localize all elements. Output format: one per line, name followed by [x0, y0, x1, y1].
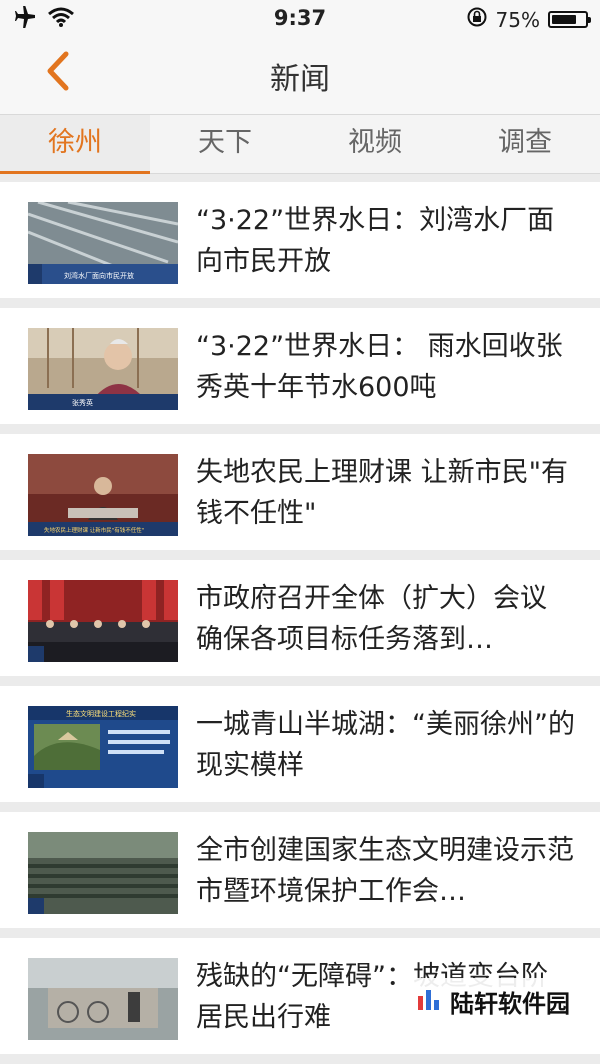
tab-survey[interactable]: 调查 — [450, 115, 600, 173]
news-item[interactable]: 刘湾水厂面向市民开放 “3·22”世界水日：刘湾水厂面向市民开放 — [0, 182, 600, 298]
thumbnail-caption: 生态文明建设工程纪实 — [66, 709, 136, 718]
news-thumbnail: 刘湾水厂面向市民开放 — [28, 202, 178, 284]
news-headline: “3·22”世界水日： 雨水回收张秀英十年节水600吨 — [196, 331, 563, 403]
news-item[interactable]: 全市创建国家生态文明建设示范市暨环境保护工作会… — [0, 812, 600, 928]
news-headline: 市政府召开全体（扩大）会议 确保各项目标任务落到… — [196, 583, 547, 655]
news-headline: “3·22”世界水日：刘湾水厂面向市民开放 — [196, 205, 555, 277]
thumbnail-caption: 刘湾水厂面向市民开放 — [64, 271, 134, 280]
news-thumbnail: 张秀英 — [28, 328, 178, 410]
battery-percent: 75% — [495, 7, 540, 32]
watermark-text: 陆轩软件园 — [450, 989, 570, 1018]
news-thumbnail — [28, 958, 178, 1040]
watermark: 陆轩软件园 — [404, 978, 600, 1024]
tab-xuzhou[interactable]: 徐州 — [0, 115, 150, 174]
thumbnail-caption: 失地农民上理财课 让新市民"有钱不任性" — [44, 526, 144, 534]
news-item[interactable]: 失地农民上理财课 让新市民"有钱不任性" 失地农民上理财课 让新市民"有钱不任性… — [0, 434, 600, 550]
site-logo-icon — [416, 986, 442, 1016]
rotation-lock-icon — [466, 6, 488, 33]
tab-world[interactable]: 天下 — [150, 115, 300, 173]
news-headline: 一城青山半城湖：“美丽徐州”的现实模样 — [196, 709, 575, 781]
category-tabs: 徐州 天下 视频 调查 — [0, 114, 600, 174]
news-item[interactable]: 生态文明建设工程纪实 一城青山半城湖：“美丽徐州”的现实模样 — [0, 686, 600, 802]
news-thumbnail — [28, 832, 178, 914]
news-list: 刘湾水厂面向市民开放 “3·22”世界水日：刘湾水厂面向市民开放 张秀英 “3·… — [0, 182, 600, 1064]
news-thumbnail: 失地农民上理财课 让新市民"有钱不任性" — [28, 454, 178, 536]
news-item[interactable]: 市政府召开全体（扩大）会议 确保各项目标任务落到… — [0, 560, 600, 676]
tab-video[interactable]: 视频 — [300, 115, 450, 173]
news-headline: 全市创建国家生态文明建设示范市暨环境保护工作会… — [196, 835, 574, 907]
news-item[interactable]: 张秀英 “3·22”世界水日： 雨水回收张秀英十年节水600吨 — [0, 308, 600, 424]
page-title: 新闻 — [270, 62, 330, 97]
news-headline: 失地农民上理财课 让新市民"有钱不任性" — [196, 457, 569, 529]
battery-icon — [548, 11, 591, 28]
news-thumbnail: 生态文明建设工程纪实 — [28, 706, 178, 788]
news-thumbnail — [28, 580, 178, 662]
navigation-bar: 新闻 — [0, 38, 600, 114]
status-bar: 9:37 75% — [0, 0, 600, 38]
thumbnail-caption: 张秀英 — [72, 398, 93, 407]
